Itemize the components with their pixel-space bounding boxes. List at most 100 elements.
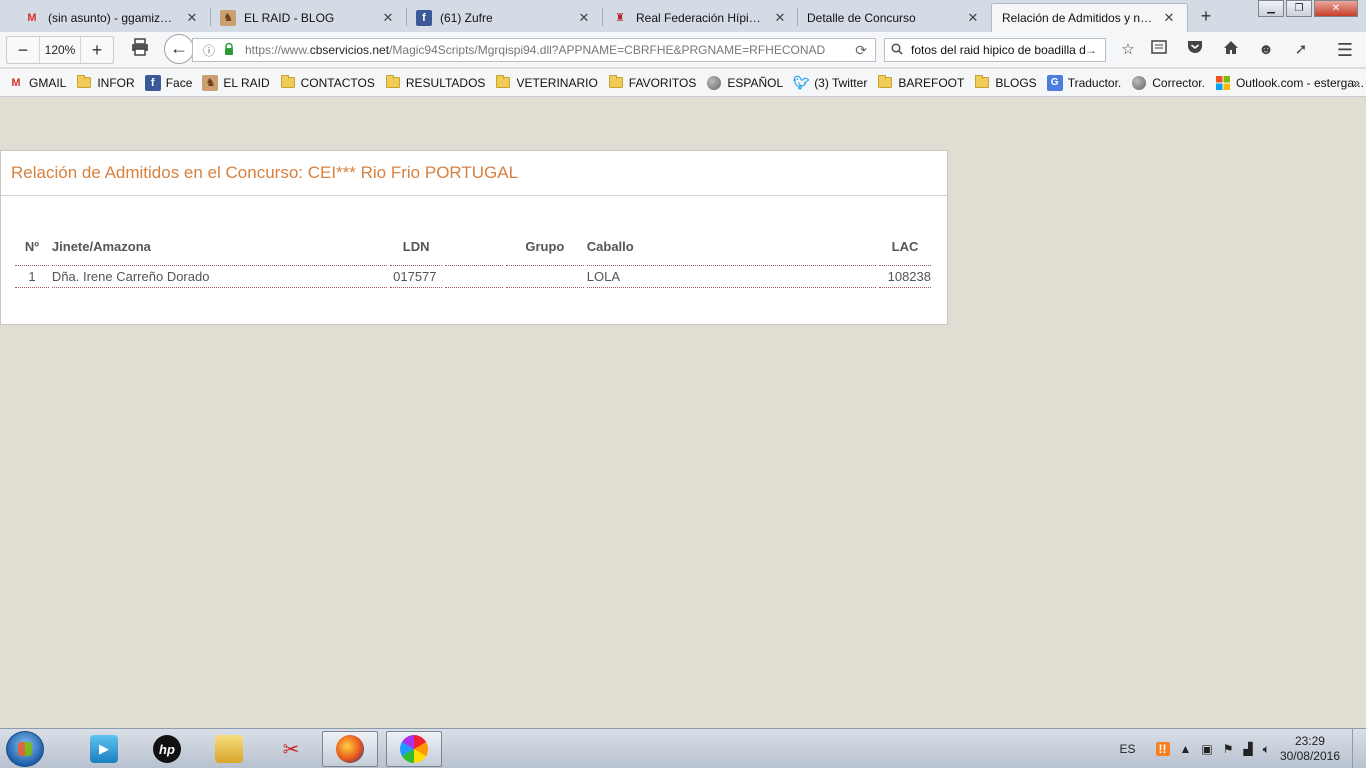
tab-detalle[interactable]: Detalle de Concurso ✕	[797, 3, 991, 32]
taskbar-hp[interactable]: hp	[139, 731, 195, 767]
close-icon[interactable]: ✕	[1161, 10, 1177, 26]
horse-icon: ♞	[202, 74, 219, 91]
cell-rider: Dña. Irene Carreño Dorado	[51, 266, 388, 288]
search-go-icon[interactable]: →	[1085, 43, 1101, 57]
taskbar-picasa[interactable]	[386, 731, 442, 767]
bookmark-outlook[interactable]: Outlook.com - esterga...	[1215, 75, 1364, 91]
tab-gmail[interactable]: M (sin asunto) - ggamizgo... ✕	[14, 3, 210, 32]
language-indicator[interactable]: ES	[1119, 742, 1135, 756]
table-header-row: Nº Jinete/Amazona LDN Grupo Caballo LAC	[15, 226, 931, 266]
search-icon	[891, 42, 907, 58]
close-icon[interactable]: ✕	[576, 10, 592, 26]
bookmark-contactos[interactable]: CONTACTOS	[280, 75, 375, 91]
network-icon[interactable]: ▟	[1244, 742, 1253, 756]
show-hidden-icons-icon[interactable]: ▲	[1180, 742, 1192, 756]
tab-strip: M (sin asunto) - ggamizgo... ✕ ♞ EL RAID…	[0, 0, 1366, 32]
back-button[interactable]: ←	[164, 34, 194, 64]
tab-label: (sin asunto) - ggamizgo...	[48, 10, 178, 25]
reload-icon[interactable]: ⟳	[855, 42, 867, 59]
globe-icon	[706, 75, 722, 91]
close-icon[interactable]: ✕	[965, 10, 981, 26]
bookmark-gmail[interactable]: M GMAIL	[8, 75, 66, 91]
tab-facebook[interactable]: f (61) Zufre ✕	[406, 3, 602, 32]
url-bar[interactable]: ⓘ https://www.cbservicios.net/Magic94Scr…	[192, 38, 876, 62]
gmail-icon: M	[27, 11, 37, 24]
page-content: Relación de Admitidos en el Concurso: CE…	[0, 98, 1366, 728]
volume-icon[interactable]: 🔈︎	[1263, 742, 1270, 757]
col-header-lac: LAC	[878, 226, 931, 266]
zoom-out-button[interactable]: −	[7, 40, 39, 61]
folder-icon	[385, 75, 401, 91]
device-icon[interactable]: ▣	[1201, 742, 1212, 756]
zoom-controls: − 120% +	[6, 36, 114, 64]
bookmark-star-icon[interactable]: ☆	[1117, 40, 1139, 60]
outlook-icon	[1215, 75, 1231, 91]
bookmark-barefoot[interactable]: BAREFOOT	[877, 75, 964, 91]
translate-icon: G	[1046, 74, 1063, 91]
bookmark-corrector[interactable]: Corrector.	[1131, 75, 1205, 91]
bookmark-face[interactable]: f Face	[144, 74, 192, 91]
reading-list-icon[interactable]	[1148, 40, 1170, 60]
print-icon[interactable]	[128, 38, 152, 62]
bookmark-twitter[interactable]: 🐦︎ (3) Twitter	[793, 75, 867, 91]
bookmarks-bar: M GMAIL INFOR f Face ♞ EL RAID CONTACTOS RE…	[0, 69, 1366, 97]
url-text[interactable]: https://www.cbservicios.net/Magic94Scrip…	[245, 43, 825, 57]
zoom-level[interactable]: 120%	[39, 37, 81, 63]
table-row: 1 Dña. Irene Carreño Dorado 017577 LOLA …	[15, 266, 931, 288]
clock[interactable]: 23:29 30/08/2016	[1280, 734, 1340, 764]
taskbar-snipping-tool[interactable]: ✂	[263, 731, 319, 767]
flag-icon[interactable]: ⚑	[1223, 742, 1234, 756]
cell-blank	[445, 266, 503, 288]
zoom-in-button[interactable]: +	[81, 40, 113, 61]
taskbar-media-player[interactable]: ▶	[76, 731, 132, 767]
bookmark-el-raid[interactable]: ♞ EL RAID	[202, 74, 270, 91]
menu-icon[interactable]: ☰	[1334, 40, 1356, 60]
bookmark-infor[interactable]: INFOR	[76, 75, 135, 91]
alert-icon[interactable]: !!	[1155, 742, 1170, 756]
tab-rfhe[interactable]: ♜ Real Federación Hípica ... ✕	[602, 3, 798, 32]
show-desktop-button[interactable]	[1352, 729, 1366, 768]
send-icon[interactable]: ➚	[1290, 40, 1312, 60]
search-bar[interactable]: fotos del raid hipico de boadilla d →	[884, 38, 1106, 62]
chat-icon[interactable]: ☻	[1255, 40, 1277, 60]
crest-icon: ♜	[615, 12, 625, 24]
minimize-button[interactable]: ▁	[1258, 0, 1284, 17]
info-icon[interactable]: ⓘ	[201, 42, 217, 59]
windows-taskbar: ▶ hp ✂ ES !! ▲ ▣ ⚑ ▟ 🔈︎ 23:29 30/08/2016	[0, 728, 1366, 768]
cell-grupo	[505, 266, 584, 288]
bookmarks-overflow-icon[interactable]: »	[1353, 75, 1360, 90]
search-input[interactable]: fotos del raid hipico de boadilla d	[911, 43, 1085, 57]
folder-icon	[215, 735, 243, 763]
taskbar-file-explorer[interactable]	[201, 731, 257, 767]
folder-icon	[608, 75, 624, 91]
system-tray: ES !! ▲ ▣ ⚑ ▟ 🔈︎ 23:29 30/08/2016	[1119, 729, 1366, 768]
picasa-icon	[400, 735, 428, 763]
bookmark-resultados[interactable]: RESULTADOS	[385, 75, 485, 91]
lock-icon[interactable]	[221, 42, 237, 58]
close-icon[interactable]: ✕	[772, 10, 788, 26]
bookmark-traductor[interactable]: G Traductor.	[1046, 74, 1121, 91]
taskbar-firefox[interactable]	[322, 731, 378, 767]
home-icon[interactable]	[1220, 40, 1242, 60]
maximize-button[interactable]: ❐	[1286, 0, 1312, 17]
close-window-button[interactable]: ✕	[1314, 0, 1358, 17]
folder-icon	[76, 75, 92, 91]
bookmark-favoritos[interactable]: FAVORITOS	[608, 75, 696, 91]
firefox-icon	[336, 735, 364, 763]
tab-el-raid[interactable]: ♞ EL RAID - BLOG ✕	[210, 3, 406, 32]
bookmark-blogs[interactable]: BLOGS	[974, 75, 1037, 91]
start-button[interactable]	[6, 731, 44, 767]
bookmark-veterinario[interactable]: VETERINARIO	[495, 75, 598, 91]
scissors-icon: ✂	[282, 738, 300, 761]
col-header-grupo: Grupo	[505, 226, 584, 266]
col-header-ldn: LDN	[390, 226, 443, 266]
horse-icon: ♞	[220, 9, 236, 26]
clock-date: 30/08/2016	[1279, 749, 1340, 763]
close-icon[interactable]: ✕	[184, 10, 200, 26]
new-tab-button[interactable]: +	[1196, 5, 1216, 27]
tab-relacion-active[interactable]: Relación de Admitidos y no ... ✕	[991, 3, 1188, 32]
bookmark-espanol[interactable]: ESPAÑOL	[706, 75, 783, 91]
close-icon[interactable]: ✕	[380, 10, 396, 26]
tab-label: Detalle de Concurso	[807, 10, 916, 25]
pocket-icon[interactable]	[1184, 40, 1206, 60]
